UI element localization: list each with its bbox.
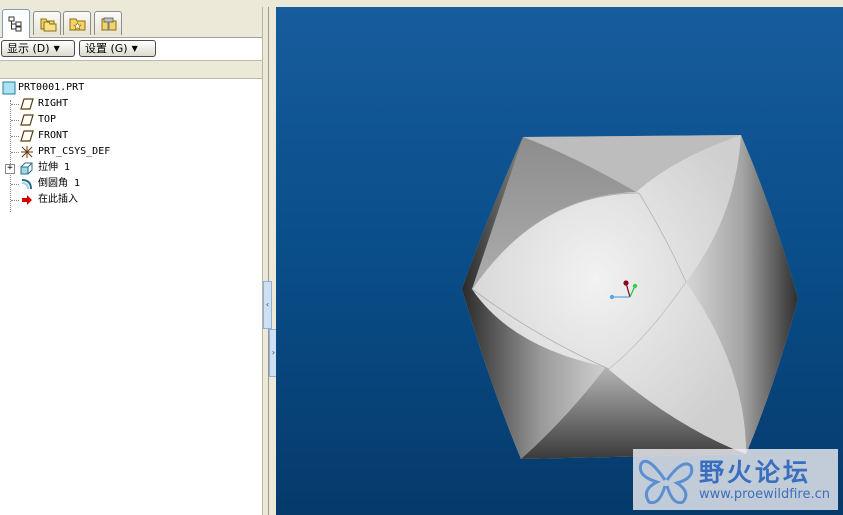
splitter-line [268, 7, 269, 515]
model-tree-header [0, 60, 262, 79]
graphics-viewport[interactable] [276, 7, 843, 515]
tab-connections[interactable] [94, 11, 122, 35]
round-icon [21, 179, 32, 190]
butterfly-logo-icon [638, 459, 694, 505]
tree-branch [11, 120, 19, 121]
tree-item-label: 在此插入 [38, 194, 78, 205]
tree-guide-line [10, 100, 11, 212]
show-button-label: 显示 (D) [7, 42, 50, 55]
tree-branch [11, 152, 19, 153]
panel-splitter[interactable]: ‹ › [262, 7, 278, 515]
tree-item-label: 拉伸 1 [38, 162, 71, 173]
tree-item-label: PRT_CSYS_DEF [38, 146, 111, 157]
tree-branch [11, 200, 19, 201]
datum-plane-icon [20, 114, 34, 126]
watermark-title: 野火论坛 [699, 458, 812, 487]
extrude-icon [20, 162, 33, 175]
watermark-url: www.proewildfire.cn [699, 487, 830, 502]
tree-item-label: TOP [38, 114, 57, 125]
csys-icon [21, 146, 33, 158]
tree-branch [11, 104, 19, 105]
part-icon [2, 81, 16, 95]
tree-root-label: PRT0001.PRT [18, 82, 85, 93]
tab-model-tree[interactable] [2, 9, 30, 38]
insert-here-arrow-icon [22, 195, 32, 205]
navigator-tabs [0, 7, 262, 38]
tree-branch [11, 136, 19, 137]
settings-button-label: 设置 (G) [85, 42, 128, 55]
tab-folder-browser[interactable] [33, 11, 61, 35]
forum-watermark: 野火论坛 www.proewildfire.cn [633, 449, 838, 510]
tab-favorites[interactable] [63, 11, 91, 35]
model-3d-view [462, 135, 798, 459]
chevron-down-icon: ▼ [53, 44, 60, 53]
tree-item-label: 倒圆角 1 [38, 178, 81, 189]
favorites-icon [69, 18, 86, 31]
chevron-down-icon: ▼ [131, 44, 138, 53]
tree-branch [11, 184, 19, 185]
tree-item-label: RIGHT [38, 98, 69, 109]
collapse-left-button[interactable]: ‹ [263, 281, 272, 329]
datum-plane-icon [20, 98, 34, 110]
datum-plane-icon [20, 130, 34, 142]
expand-icon[interactable]: + [5, 164, 15, 174]
tree-item-label: FRONT [38, 130, 69, 141]
show-dropdown-button[interactable]: 显示 (D) ▼ [1, 40, 75, 57]
navigator-toolbar: 显示 (D) ▼ 设置 (G) ▼ [0, 38, 262, 60]
settings-dropdown-button[interactable]: 设置 (G) ▼ [79, 40, 156, 57]
folder-browser-icon [40, 18, 57, 32]
navigator-panel: 显示 (D) ▼ 设置 (G) ▼ PRT0001.PRT RIGHT TOP … [0, 7, 262, 515]
connections-icon [101, 17, 117, 31]
model-tree-icon [8, 16, 22, 32]
